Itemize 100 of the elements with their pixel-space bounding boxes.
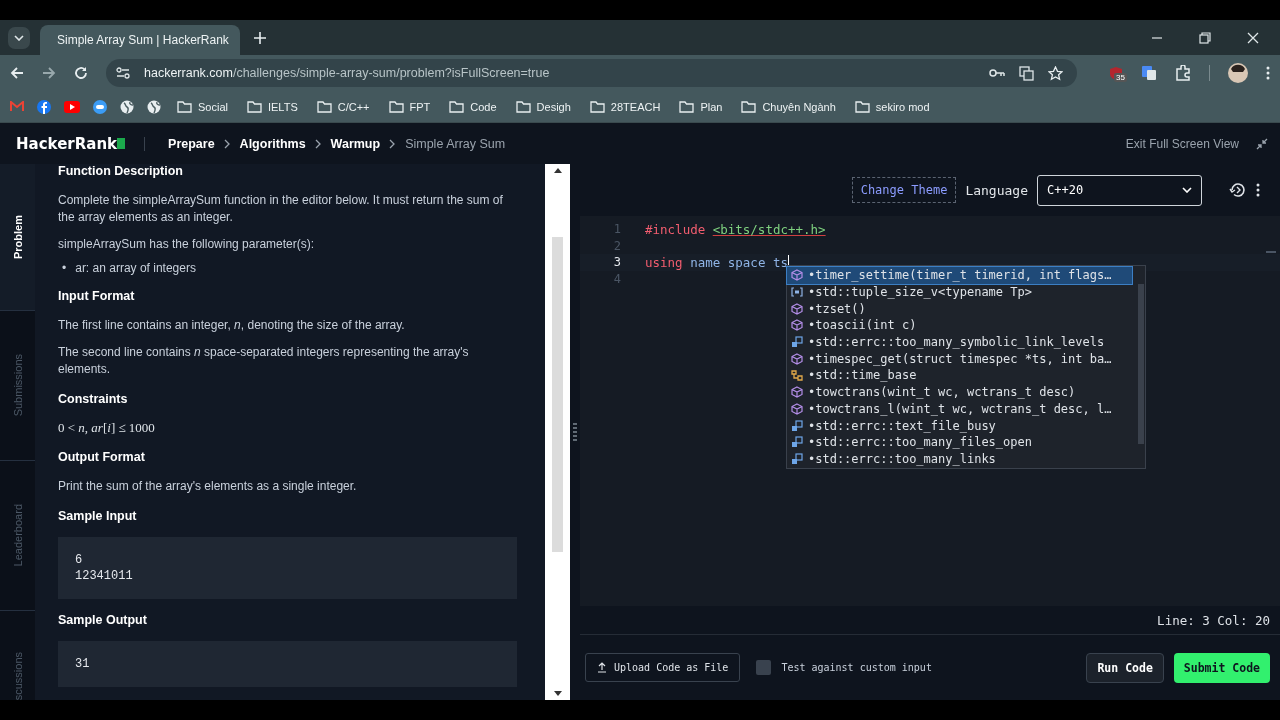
upload-code-button[interactable]: Upload Code as File [585,653,741,682]
folder-icon [388,100,404,113]
bookmark-folder[interactable]: Code [446,98,500,115]
site-settings-icon[interactable] [116,67,130,79]
enum-member-icon [791,336,803,349]
suggestion-item[interactable]: •std::errc::too_many_files_open [787,433,1132,451]
folder-icon [316,100,332,113]
back-icon[interactable] [10,66,24,80]
math-formula: 0 < n, ar[i] ≤ 1000 [58,420,156,436]
cube-icon [791,269,803,282]
suggestion-item[interactable]: •std::errc::too_many_links [787,450,1132,468]
bookmark-folder[interactable]: Chuyên Ngành [738,98,839,115]
breadcrumb-link[interactable]: Simple Array Sum [405,136,506,151]
restore-icon[interactable] [1199,31,1211,44]
facebook-icon[interactable] [37,99,51,114]
run-code-button[interactable]: Run Code [1086,652,1164,683]
submit-code-button[interactable]: Submit Code [1173,652,1270,683]
bullet-marker: • [62,261,67,275]
cursor-position: Line: 3 Col: 20 [1157,612,1270,628]
section-heading: Output Format [58,450,146,464]
suggestion-item[interactable]: •towctrans_l(wint_t wc, wctrans_t desc, l… [787,400,1132,418]
enum-member-icon [791,436,803,449]
video-icon[interactable] [64,100,80,113]
bookmark-folder[interactable]: Social [174,98,231,115]
browser-tab[interactable]: Simple Array Sum | HackerRank [40,25,240,55]
globe-icon[interactable] [120,99,134,114]
collapse-icon[interactable] [1256,137,1268,150]
close-icon[interactable] [1247,31,1259,44]
chevron-down-icon [14,34,24,41]
puzzle-icon[interactable] [1175,65,1191,81]
folder-icon [246,100,262,113]
bookmark-folder[interactable]: Plan [676,98,726,115]
checkbox[interactable] [756,660,772,675]
paragraph: Complete the simpleArraySum function in the editor below. It must return the sum of the array elements as an integer. [58,192,504,226]
forward-icon[interactable] [42,66,56,80]
key-icon[interactable] [989,68,1005,78]
scroll-down-icon[interactable] [553,691,562,696]
resize-handle[interactable] [573,422,577,442]
folder-icon [515,100,531,113]
bookmark-folder[interactable]: 28TEACH [586,98,664,115]
bookmark-folder[interactable]: sekiro mod [851,98,933,115]
paragraph: Print the sum of the array's elements as a single integer. [58,478,358,495]
new-tab-icon[interactable] [254,31,266,44]
scroll-up-icon[interactable] [553,168,562,173]
suggestion-item[interactable]: •std::errc::text_file_busy [787,417,1132,434]
exit-full-screen-link[interactable]: Exit Full Screen View [1125,136,1239,151]
suggestion-item[interactable]: •std::tuple_size_v<typename Tp> [787,283,1132,301]
code-editor[interactable] [580,216,1280,606]
section-heading: Sample Output [58,613,148,627]
more-icon[interactable] [1266,66,1270,80]
sample-line: 12341011 [75,568,134,584]
checkbox-label: Test against custom input [781,662,932,673]
translate-extension-icon[interactable] [1141,65,1157,81]
suggestion-item[interactable]: •tzset() [787,300,1132,318]
folder-icon [589,100,605,113]
upload-icon [597,662,607,673]
folder-icon [854,100,870,113]
breadcrumb-link[interactable]: Algorithms [239,136,306,151]
breadcrumb-link[interactable]: Warmup [330,136,381,151]
language-label: Language [965,182,1028,198]
folder-icon [177,100,192,113]
avatar-icon[interactable] [1228,63,1248,83]
chevron-icon [389,138,397,149]
bookmark-folder[interactable]: C/C++ [313,98,373,115]
globe-icon[interactable] [147,99,161,114]
change-theme-button[interactable]: Change Theme [851,177,957,203]
bookmark-folder[interactable]: IELTS [243,98,301,115]
scrollbar[interactable] [545,164,570,700]
tab-search-button[interactable] [8,26,30,49]
bookmark-folder[interactable]: FPT [385,98,434,115]
line-number: 2 [612,238,621,253]
cube-icon [791,352,803,365]
suggestion-item[interactable]: •std::time_base [787,367,1132,384]
suggestion-item[interactable]: •timespec_get(struct timespec *ts, int ba… [787,350,1132,368]
line-number: 1 [612,222,621,237]
star-icon[interactable] [1048,65,1063,81]
sample-line: 31 [75,656,91,672]
chat-icon[interactable] [93,99,107,114]
breadcrumb-link[interactable]: Prepare [168,136,215,151]
address-bar[interactable]: hackerrank.com/challenges/simple-array-sum/problem?isFullScreen=true [106,59,1077,87]
history-icon[interactable] [1229,181,1247,199]
enum-member-icon [791,419,803,432]
suggestion-item[interactable]: •timer_settime(timer_t timerid, int flags… [787,267,1132,284]
language-select[interactable]: C++20 [1037,174,1202,206]
chevron-down-icon [1182,187,1192,193]
section-heading: Constraints [58,392,129,406]
list-item: ar: an array of integers [75,261,196,275]
side-tab[interactable]: Problem [0,164,35,311]
hackerrank-logo[interactable]: HackerRank [16,134,118,153]
suggestion-item[interactable]: •towctrans(wint_t wc, wctrans_t desc) [787,383,1132,401]
url-text: hackerrank.com/challenges/simple-array-sum/problem?isFullScreen=true [144,66,550,80]
suggestion-item[interactable]: •std::errc::too_many_symbolic_link_levels [787,333,1132,351]
suggestion-item[interactable]: •toascii(int c) [787,317,1132,334]
folder-icon [449,100,465,113]
translate-icon[interactable] [1019,65,1034,81]
folder-icon [741,100,757,113]
chevron-icon [223,138,231,149]
more-icon[interactable] [1256,183,1260,197]
bookmark-folder[interactable]: Desigh [512,98,574,115]
reload-icon[interactable] [74,66,88,80]
